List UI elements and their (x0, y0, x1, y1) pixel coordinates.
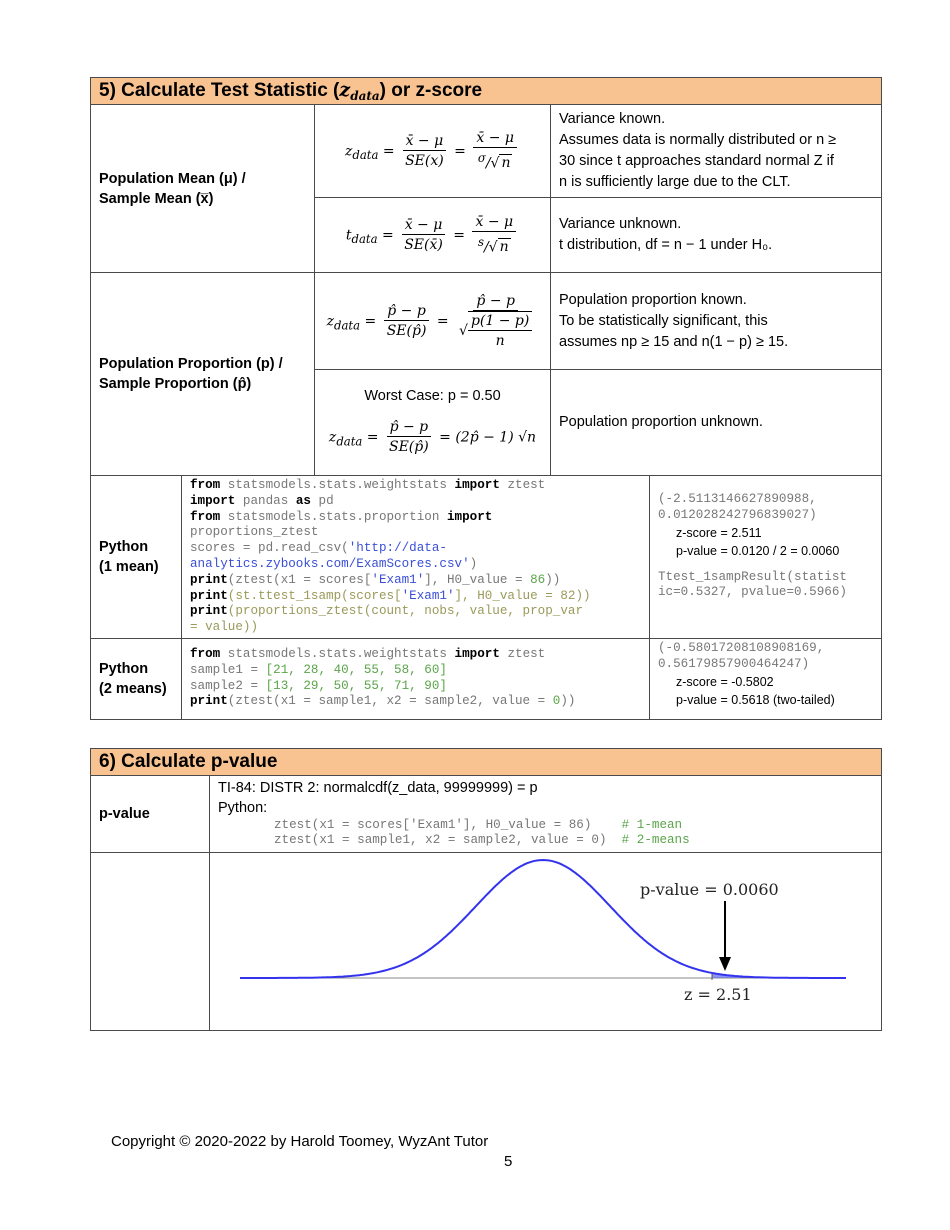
z-annotation: z = 2.51 (684, 985, 752, 1004)
copyright-footer: Copyright © 2020-2022 by Harold Toomey, … (111, 1133, 489, 1150)
arrow-head-icon (719, 957, 732, 971)
population-mean-label: Population Mean (μ) / Sample Mean (x̅) (90, 104, 315, 273)
z-proportion-description: Population proportion known. To be stati… (549, 272, 883, 370)
python-2means-output: (-0.58017208108908169, 0.561798579004642… (648, 637, 883, 720)
section5-table: 5) Calculate Test Statistic (zdata) or z… (89, 77, 883, 720)
document-page: 5) Calculate Test Statistic (zdata) or z… (0, 0, 950, 1230)
t-mean-description: Variance unknown. t distribution, df = n… (549, 197, 883, 273)
section6-header: 6) Calculate p-value (89, 748, 883, 776)
python-1mean-code: from statsmodels.stats.weightstats impor… (181, 475, 650, 639)
normal-density-curve (240, 858, 846, 979)
pvalue-annotation: p-value = 0.0060 (640, 880, 779, 899)
python-2means-code: from statsmodels.stats.weightstats impor… (181, 637, 650, 720)
python-1mean-label: Python (1 mean) (90, 475, 182, 639)
population-proportion-label: Population Proportion (p) / Sample Propo… (90, 272, 315, 476)
python-2means-label: Python (2 means) (90, 637, 182, 720)
z-mean-description: Variance known. Assumes data is normally… (549, 104, 883, 198)
pvalue-figure-cell: p-value = 0.0060 z = 2.51 (208, 852, 883, 1031)
section6-table: 6) Calculate p-value p-value TI-84: DIST… (89, 748, 883, 1031)
z-proportion-worst-case-description: Population proportion unknown. (549, 369, 883, 476)
section5-header: 5) Calculate Test Statistic (zdata) or z… (89, 77, 883, 105)
empty-cell (90, 852, 210, 1031)
normal-distribution-chart: p-value = 0.0060 z = 2.51 (240, 858, 846, 1004)
z-mean-formula: zdata = x̄ − μ SE(x) = x̄ − μ σ/√ n (314, 104, 551, 198)
pvalue-methods: TI-84: DISTR 2: normalcdf(z_data, 999999… (208, 775, 883, 853)
t-mean-formula: tdata = x̄ − μ SE(x̄) = x̄ − μ s/√ n (314, 197, 551, 273)
z-proportion-formula: zdata = p̂ − p SE(p̂) = p̂ − p √ p(1 − p) n (314, 272, 551, 370)
z-proportion-worst-case-formula: Worst Case: p = 0.50 zdata = p̂ − p SE(p̂… (314, 369, 551, 476)
python-1mean-output: (-2.5113146627890988, 0.0120282427968390… (648, 475, 883, 639)
pvalue-label: p-value (90, 775, 210, 853)
page-number: 5 (504, 1153, 513, 1170)
